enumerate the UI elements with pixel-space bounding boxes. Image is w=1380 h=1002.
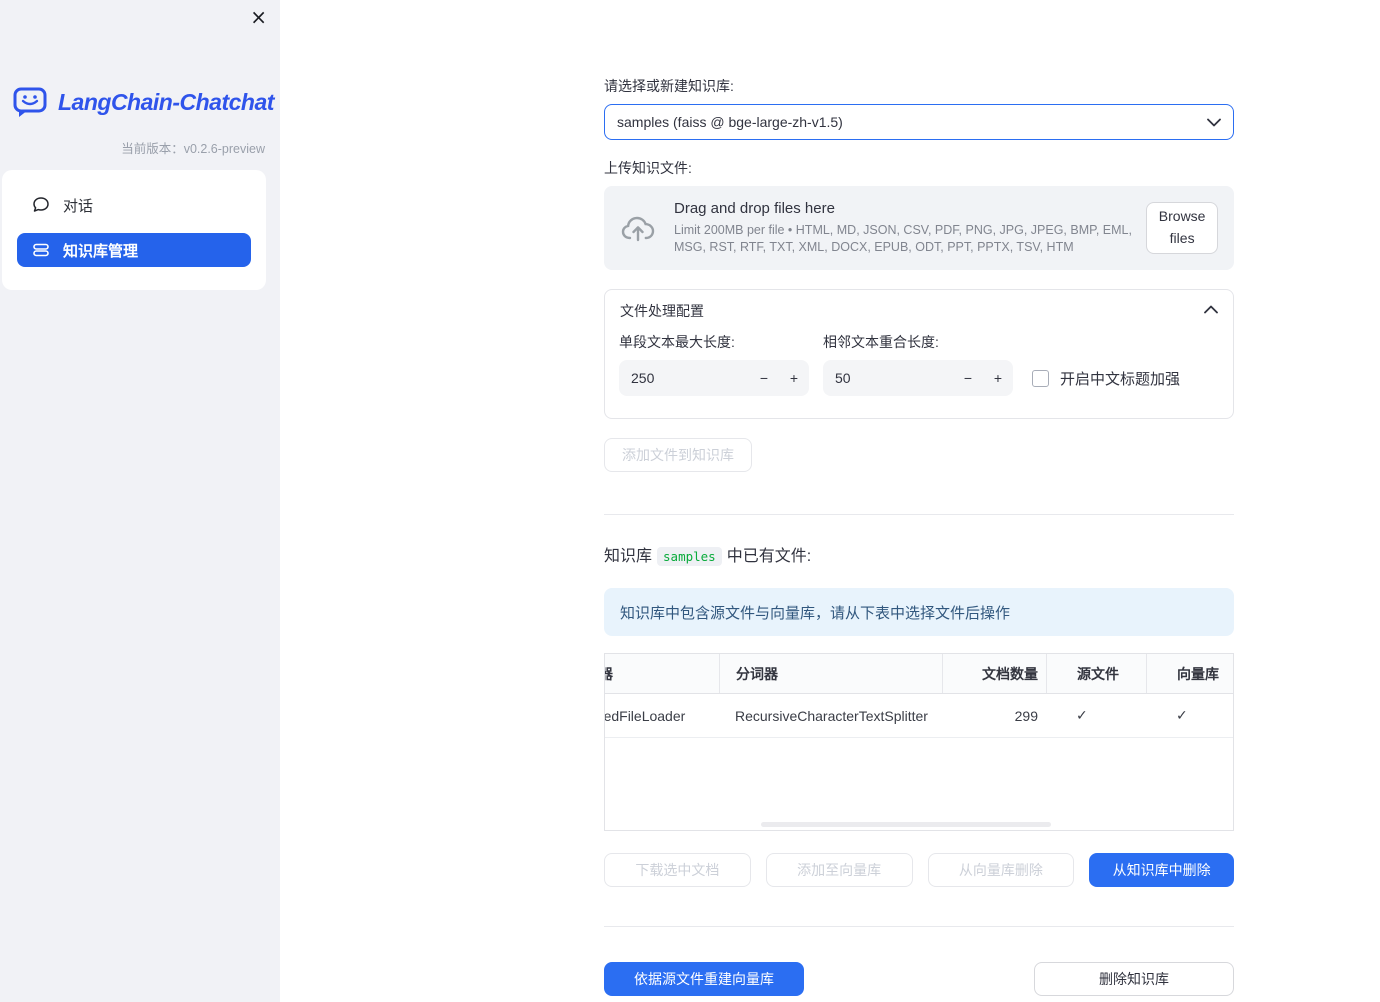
cell-source-file-check: ✓ bbox=[1076, 707, 1088, 723]
info-banner: 知识库中包含源文件与向量库，请从下表中选择文件后操作 bbox=[604, 588, 1234, 636]
sidebar-item-dialogue[interactable]: 对话 bbox=[2, 188, 266, 222]
chunk-size-input[interactable]: 250 − + bbox=[619, 360, 809, 396]
chevron-up-icon bbox=[1204, 305, 1218, 314]
minus-icon[interactable]: − bbox=[953, 360, 983, 396]
delete-kb-button[interactable]: 删除知识库 bbox=[1034, 962, 1234, 996]
cell-vector-store-check: ✓ bbox=[1176, 707, 1188, 723]
upload-label: 上传知识文件: bbox=[604, 160, 692, 176]
version-text: 当前版本：v0.2.6-preview bbox=[121, 142, 265, 156]
overlap-label: 相邻文本重合长度: bbox=[823, 334, 939, 350]
upload-cloud-icon bbox=[620, 212, 658, 244]
expander-title: 文件处理配置 bbox=[620, 303, 704, 319]
kb-selectbox-value: samples (faiss @ bge-large-zh-v1.5) bbox=[617, 114, 843, 130]
table-header-splitter: 分词器 bbox=[719, 654, 942, 693]
overlap-value: 50 bbox=[835, 370, 851, 386]
sidebar-item-kb-management[interactable]: 知识库管理 bbox=[17, 233, 251, 267]
chevron-down-icon bbox=[1207, 118, 1221, 127]
sidebar-item-label: 对话 bbox=[63, 197, 94, 215]
add-files-to-kb-button[interactable]: 添加文件到知识库 bbox=[604, 438, 752, 472]
chunk-size-label: 单段文本最大长度: bbox=[619, 334, 735, 350]
logo-smiley-chat-icon bbox=[12, 86, 49, 118]
download-selected-button[interactable]: 下载选中文档 bbox=[604, 853, 751, 887]
table-header-row: 文档加载器 分词器 文档数量 源文件 向量库 bbox=[605, 654, 1233, 694]
delete-from-vector-store-button[interactable]: 从向量库删除 bbox=[927, 853, 1075, 887]
table-row[interactable]: UnstructuredFileLoader RecursiveCharacte… bbox=[605, 694, 1233, 738]
file-config-expander: 文件处理配置 单段文本最大长度: 250 − + 相邻文本重合长度: 50 − … bbox=[604, 289, 1234, 419]
table-header-loader: 文档加载器 bbox=[605, 654, 719, 693]
kb-selectbox[interactable]: samples (faiss @ bge-large-zh-v1.5) bbox=[604, 104, 1234, 140]
minus-icon[interactable]: − bbox=[749, 360, 779, 396]
dropzone-title: Drag and drop files here bbox=[674, 200, 835, 218]
horizontal-scrollbar[interactable] bbox=[761, 822, 1051, 827]
plus-icon[interactable]: + bbox=[983, 360, 1013, 396]
rebuild-vector-store-button[interactable]: 依据源文件重建向量库 bbox=[604, 962, 804, 996]
add-to-vector-store-button[interactable]: 添加至向量库 bbox=[765, 853, 913, 887]
kb-name-code: samples bbox=[657, 547, 722, 566]
expander-header[interactable]: 文件处理配置 bbox=[605, 290, 1233, 328]
kb-select-label: 请选择或新建知识库: bbox=[604, 78, 734, 94]
file-dropzone[interactable]: Drag and drop files here Limit 200MB per… bbox=[604, 186, 1234, 270]
close-icon[interactable]: × bbox=[250, 6, 267, 28]
chunk-size-value: 250 bbox=[631, 370, 655, 386]
files-table[interactable]: 文档加载器 分词器 文档数量 源文件 向量库 UnstructuredFileL… bbox=[604, 653, 1234, 831]
browse-files-button[interactable]: Browse files bbox=[1146, 202, 1218, 254]
table-header-vector-store: 向量库 bbox=[1146, 654, 1233, 693]
database-icon bbox=[32, 241, 50, 259]
delete-from-kb-button[interactable]: 从知识库中删除 bbox=[1089, 853, 1234, 887]
divider bbox=[604, 514, 1234, 515]
plus-icon[interactable]: + bbox=[779, 360, 809, 396]
sidebar-nav: 对话 知识库管理 bbox=[2, 170, 266, 290]
dropzone-hint: Limit 200MB per file • HTML, MD, JSON, C… bbox=[674, 223, 1132, 254]
main-area: 请选择或新建知识库: samples (faiss @ bge-large-zh… bbox=[280, 0, 1380, 1002]
sidebar-item-label: 知识库管理 bbox=[63, 242, 139, 260]
existing-files-line: 知识库 samples 中已有文件: bbox=[604, 547, 812, 566]
app-title: LangChain-Chatchat bbox=[58, 88, 274, 115]
zh-title-enhance-label: 开启中文标题加强 bbox=[1060, 370, 1181, 388]
cell-loader: UnstructuredFileLoader bbox=[605, 707, 686, 724]
overlap-input[interactable]: 50 − + bbox=[823, 360, 1013, 396]
table-header-source-file: 源文件 bbox=[1046, 654, 1146, 693]
zh-title-enhance-checkbox[interactable] bbox=[1032, 369, 1049, 387]
cell-doc-count: 299 bbox=[1014, 707, 1038, 724]
app-logo: LangChain-Chatchat bbox=[12, 86, 274, 118]
sidebar: × LangChain-Chatchat 当前版本：v0.2.6-preview… bbox=[0, 0, 280, 1002]
cell-splitter: RecursiveCharacterTextSplitter bbox=[735, 707, 928, 724]
chat-bubble-icon bbox=[32, 196, 50, 214]
table-header-doc-count: 文档数量 bbox=[942, 654, 1046, 693]
divider bbox=[604, 926, 1234, 927]
